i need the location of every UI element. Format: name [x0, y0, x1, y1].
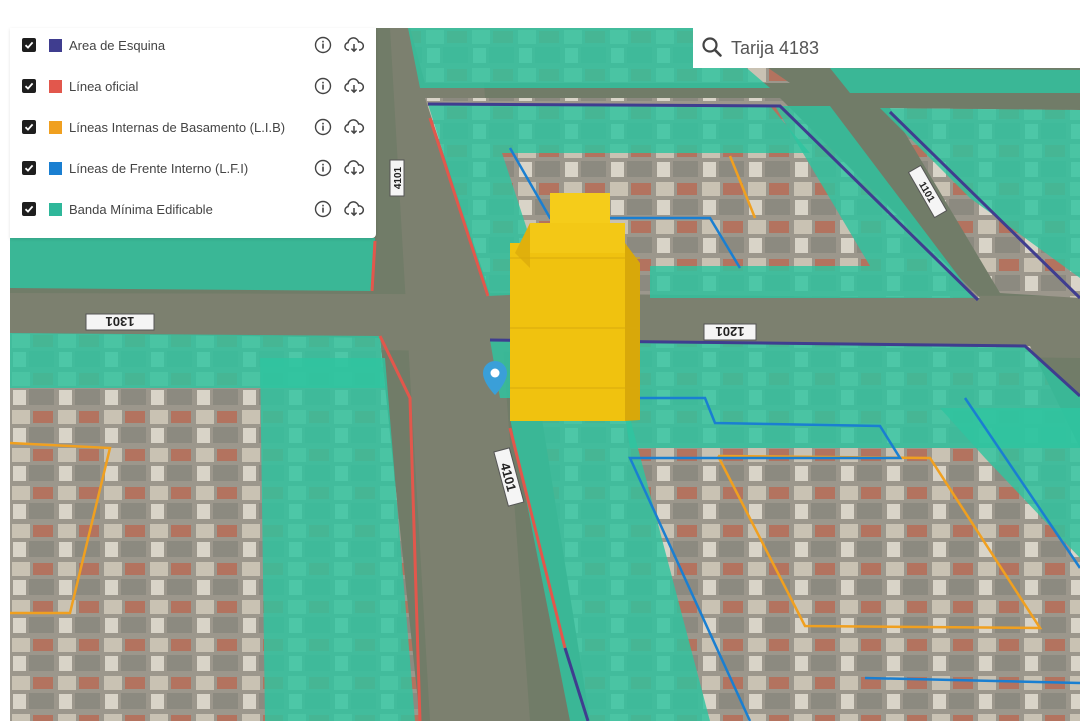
- cloud-download-icon[interactable]: [343, 36, 365, 54]
- layer-label: Líneas de Frente Interno (L.F.I): [69, 160, 249, 176]
- layer-label: Area de Esquina: [69, 37, 166, 53]
- layer-color-swatch: [49, 38, 62, 52]
- layer-label: Banda Mínima Edificable: [69, 201, 213, 217]
- layer-row-area-esquina: Area de Esquina: [10, 30, 376, 60]
- layer-color-swatch: [49, 161, 62, 175]
- layer-checkbox[interactable]: [22, 38, 36, 52]
- cloud-download-icon[interactable]: [343, 200, 365, 218]
- layer-label: Líneas Internas de Basamento (L.I.B): [69, 119, 286, 135]
- info-icon[interactable]: [314, 36, 332, 54]
- street-number-label: 4101: [393, 166, 404, 189]
- cloud-download-icon[interactable]: [343, 118, 365, 136]
- layer-row-linea-oficial: Línea oficial: [10, 71, 376, 101]
- layer-checkbox[interactable]: [22, 202, 36, 216]
- layer-label: Línea oficial: [69, 78, 139, 94]
- layer-checkbox[interactable]: [22, 79, 36, 93]
- search-icon[interactable]: [701, 36, 723, 58]
- street-number-label: 1201: [716, 324, 745, 339]
- layer-color-swatch: [49, 79, 62, 93]
- street-number-label: 1301: [106, 314, 135, 329]
- layer-row-lineas-frente-interno: Líneas de Frente Interno (L.F.I): [10, 153, 376, 183]
- layer-row-lineas-internas-basamento: Líneas Internas de Basamento (L.I.B): [10, 112, 376, 142]
- cloud-download-icon[interactable]: [343, 77, 365, 95]
- info-icon[interactable]: [314, 77, 332, 95]
- layer-color-swatch: [49, 202, 62, 216]
- info-icon[interactable]: [314, 200, 332, 218]
- layer-checkbox[interactable]: [22, 161, 36, 175]
- layer-legend-panel: Area de Esquina Línea oficial Líneas Int…: [10, 28, 376, 238]
- building-3d-volume[interactable]: [510, 193, 640, 421]
- cloud-download-icon[interactable]: [343, 159, 365, 177]
- search-input[interactable]: [731, 34, 1061, 62]
- info-icon[interactable]: [314, 159, 332, 177]
- layer-checkbox[interactable]: [22, 120, 36, 134]
- layer-row-banda-minima-edificable: Banda Mínima Edificable: [10, 194, 376, 224]
- layer-color-swatch: [49, 120, 62, 134]
- search-bar: [693, 28, 1080, 68]
- info-icon[interactable]: [314, 118, 332, 136]
